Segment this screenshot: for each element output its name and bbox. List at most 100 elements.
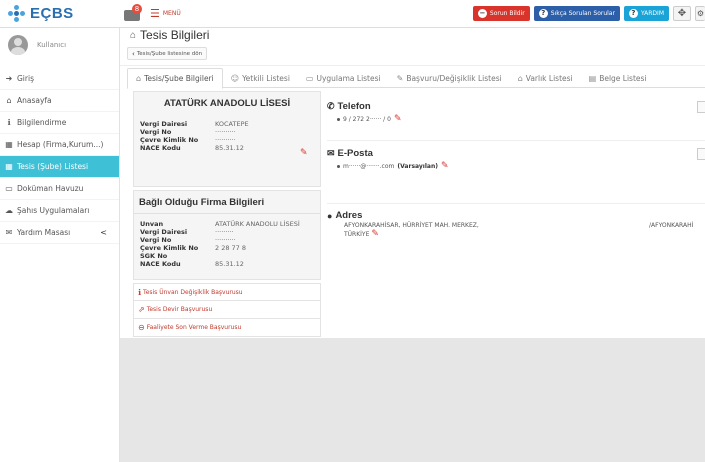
field-label: Çevre Kimlik No [140, 136, 199, 144]
tab-tesis-bilgileri[interactable]: ⌂ Tesis/Şube Bilgileri [127, 68, 223, 89]
faq-button[interactable]: ? Sıkça Sorulan Sorular [533, 6, 620, 21]
facility-card: ATATÜRK ANADOLU LİSESİ Vergi Dairesi KOCA… [133, 91, 321, 187]
field-label: NACE Kodu [140, 144, 181, 152]
field-value: ·········· [215, 136, 236, 144]
document-icon: ▤ [588, 73, 597, 83]
tab-varlik-listesi[interactable]: ⌂ Varlık Listesi [510, 68, 581, 88]
sidebar-nav: ➜ Giriş ⌂ Anasayfa ℹ Bilgilendirme ▦ Hes… [0, 68, 119, 244]
sidebar-item-anasayfa[interactable]: ⌂ Anasayfa [0, 90, 119, 112]
tab-label: Belge Listesi [599, 73, 647, 83]
home-icon: ⌂ [6, 96, 12, 105]
field-value: ·········· [215, 128, 236, 136]
tab-label: Tesis/Şube Bilgileri [144, 74, 214, 83]
menu-toggle-button[interactable]: ☰ MENÜ [150, 8, 181, 19]
contact-section: ✆ Telefon 9 / 272 2······ / 0 ✎ ✉ E-Post… [327, 91, 705, 271]
firm-card: Bağlı Olduğu Firma Bilgileri Unvan ATATÜR… [133, 190, 321, 280]
sidebar-item-giris[interactable]: ➜ Giriş [0, 68, 119, 90]
bullet-icon [337, 164, 340, 168]
page-title: ⌂ Tesis Bilgileri [130, 28, 209, 42]
cloud-icon: ☁ [5, 206, 13, 215]
link-label: Tesis Ünvan Değişiklik Başvurusu [143, 288, 243, 296]
field-label: Vergi No [140, 128, 172, 136]
main-content: ⌂ Tesis Bilgileri ‹ Tesis/Şube listesine… [120, 28, 705, 462]
messages-button[interactable]: 8 [124, 3, 144, 22]
field-label: Vergi Dairesi [140, 228, 188, 236]
sidebar-item-sahis-uygulamalari[interactable]: ☁ Şahıs Uygulamaları [0, 200, 119, 222]
unvan-change-link[interactable]: ℹ Tesis Ünvan Değişiklik Başvurusu [133, 283, 321, 301]
hamburger-icon: ☰ [150, 7, 160, 20]
side-button[interactable] [697, 148, 705, 160]
edit-icon[interactable]: ✎ [394, 114, 402, 124]
edit-icon[interactable]: ✎ [300, 149, 310, 158]
sidebar-item-dokuman-havuzu[interactable]: ▭ Doküman Havuzu [0, 178, 119, 200]
settings-button[interactable]: ⚙ [695, 6, 705, 21]
chevron-left-icon: < [100, 228, 107, 237]
phone-title: ✆ Telefon [327, 101, 705, 112]
sidebar-item-yardim-masasi[interactable]: ✉ Yardım Masası < [0, 222, 119, 244]
external-icon: ⇗ [138, 305, 145, 314]
sidebar-item-hesap[interactable]: ▦ Hesap (Firma,Kurum...) [0, 134, 119, 156]
top-bar: EÇBS 8 ☰ MENÜ − Sorun Bildir ? Sıkça Sor… [0, 0, 705, 28]
user-panel: Kullanıcı [0, 28, 119, 62]
move-button[interactable]: ✥ [673, 6, 691, 21]
logo[interactable]: EÇBS [0, 4, 120, 23]
user-name: Kullanıcı [37, 41, 67, 49]
transfer-link[interactable]: ⇗ Tesis Devir Başvurusu [133, 301, 321, 319]
bullet-icon [337, 117, 340, 121]
move-icon: ✥ [677, 8, 687, 19]
edit-icon[interactable]: ✎ [441, 161, 449, 171]
tab-belge-listesi[interactable]: ▤ Belge Listesi [581, 68, 655, 88]
facility-name: ATATÜRK ANADOLU LİSESİ [163, 98, 291, 109]
tab-basvuru-listesi[interactable]: ✎ Başvuru/Değişiklik Listesi [389, 68, 510, 88]
field-label: Vergi No [140, 236, 172, 244]
phone-item: 9 / 272 2······ / 0 ✎ [327, 114, 705, 124]
help-label: YARDIM [640, 10, 664, 17]
field-value: ATATÜRK ANADOLU LİSESİ [215, 220, 300, 228]
help-button[interactable]: ? YARDIM [623, 6, 669, 21]
link-label: Tesis Devir Başvurusu [146, 306, 213, 313]
address-value: AFYONKARAHİSAR, HÜRRİYET MAH. MERKEZ, TÜ… [344, 222, 479, 238]
detail-row: NACE Kodu 85.31.12 [140, 260, 314, 268]
field-value: 85.31.12 [215, 144, 244, 152]
sidebar-item-bilgilendirme[interactable]: ℹ Bilgilendirme [0, 112, 119, 134]
building-icon: ▦ [5, 162, 13, 171]
mail-count-badge: 8 [132, 3, 142, 14]
detail-row: SGK No [140, 252, 314, 260]
sidebar-item-label: Tesis (Şube) Listesi [17, 162, 89, 171]
email-item: m······@·······.com (Varsayılan) ✎ [327, 161, 705, 171]
field-label: Çevre Kimlik No [140, 244, 199, 252]
detail-row: Vergi No ·········· [140, 128, 314, 136]
address-item: AFYONKARAHİSAR, HÜRRİYET MAH. MERKEZ, TÜ… [344, 222, 484, 239]
field-label: SGK No [140, 252, 168, 260]
divider [120, 65, 705, 66]
tab-uygulama-listesi[interactable]: ▭ Uygulama Listesi [298, 68, 389, 88]
back-to-list-button[interactable]: ‹ Tesis/Şube listesine dön [127, 47, 208, 60]
sidebar-item-label: Anasayfa [17, 96, 52, 105]
tab-label: Yetkili Listesi [242, 73, 290, 83]
sidebar-item-tesis-listesi[interactable]: ▦ Tesis (Şube) Listesi [0, 156, 119, 178]
tab-label: Varlık Listesi [525, 73, 573, 83]
stop-icon: ⊖ [138, 323, 145, 332]
info-icon: ℹ [7, 118, 11, 127]
link-label: Faaliyete Son Verme Başvurusu [146, 324, 242, 331]
address-title: ● Adres [327, 210, 705, 221]
sidebar-item-label: Hesap (Firma,Kurum...) [17, 140, 104, 149]
edit-icon[interactable]: ✎ [371, 229, 379, 239]
sidebar-item-label: Şahıs Uygulamaları [17, 206, 90, 215]
field-label: Unvan [140, 220, 164, 228]
sidebar-item-label: Giriş [17, 74, 34, 83]
question-icon: ? [538, 9, 548, 18]
info-icon: ℹ [138, 287, 142, 297]
tab-yetkili-listesi[interactable]: ☺ Yetkili Listesi [223, 68, 298, 88]
page-title-text: Tesis Bilgileri [140, 28, 210, 42]
monitor-icon: ▭ [305, 73, 314, 83]
report-problem-button[interactable]: − Sorun Bildir [472, 6, 530, 21]
sidebar-item-label: Bilgilendirme [17, 118, 67, 127]
logo-text: EÇBS [30, 5, 74, 22]
terminate-activity-link[interactable]: ⊖ Faaliyete Son Verme Başvurusu [133, 319, 321, 337]
email-title: ✉ E-Posta [327, 148, 705, 159]
side-button[interactable] [697, 101, 705, 113]
field-value: ·········· [215, 236, 236, 244]
tab-label: Başvuru/Değişiklik Listesi [406, 73, 502, 83]
field-value: 2 28 77 8 [215, 244, 247, 252]
